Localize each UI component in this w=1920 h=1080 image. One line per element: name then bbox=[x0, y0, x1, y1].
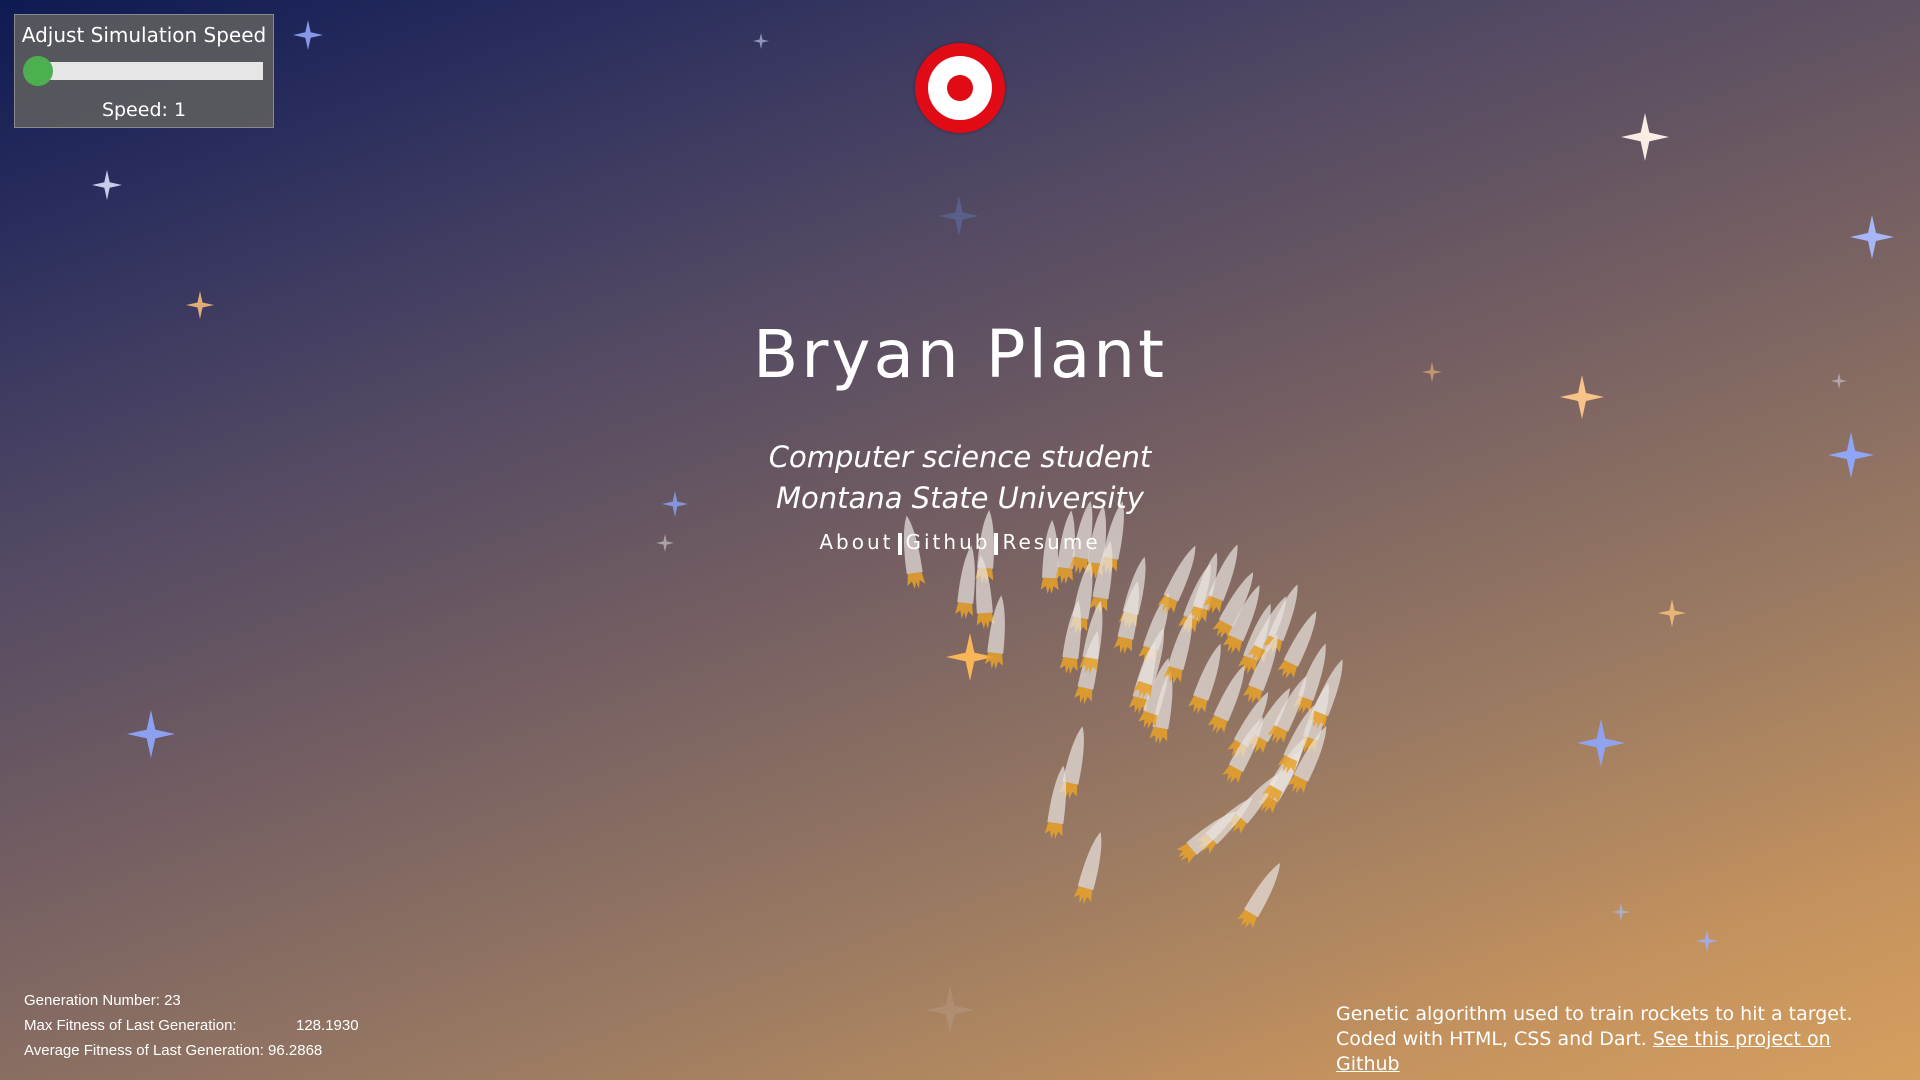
target-bullseye bbox=[947, 75, 973, 101]
speed-readout: Speed: 1 bbox=[15, 99, 273, 121]
subtitle-university: Montana State University bbox=[776, 481, 1144, 515]
avg-fitness-label: Average Fitness of Last Generation: bbox=[24, 1042, 264, 1059]
speed-value: 1 bbox=[173, 99, 187, 121]
nav-links: About Github Resume bbox=[0, 530, 1920, 555]
generation-stats: Generation Number: 23 Max Fitness of Las… bbox=[24, 988, 359, 1063]
star-icon bbox=[127, 710, 175, 758]
subtitle-occupation: Computer science student bbox=[768, 440, 1152, 474]
avg-fitness-value: 96.2868 bbox=[268, 1042, 323, 1059]
avg-fitness-row: Average Fitness of Last Generation: 96.2… bbox=[24, 1038, 359, 1063]
star-icon bbox=[186, 291, 214, 319]
star-icon bbox=[1621, 113, 1669, 161]
nav-separator bbox=[897, 532, 902, 555]
speed-control-title: Adjust Simulation Speed bbox=[21, 23, 267, 47]
star-icon bbox=[1658, 599, 1686, 627]
speed-label: Speed: bbox=[101, 99, 168, 121]
star-icon bbox=[293, 20, 323, 50]
description-tech: Coded with HTML, CSS and Dart. bbox=[1336, 1028, 1647, 1050]
description-line-1: Genetic algorithm used to train rockets … bbox=[1336, 1003, 1853, 1025]
max-fitness-row: Max Fitness of Last Generation: 128.1930 bbox=[24, 1013, 359, 1038]
star-icon bbox=[1612, 903, 1630, 921]
max-fitness-label: Max Fitness of Last Generation: bbox=[24, 1017, 237, 1034]
star-icon bbox=[939, 196, 979, 236]
speed-slider-knob[interactable] bbox=[23, 56, 53, 86]
star-icon bbox=[92, 170, 122, 200]
target-icon bbox=[915, 43, 1005, 133]
star-icon bbox=[753, 33, 769, 49]
star-icon bbox=[926, 986, 974, 1034]
project-description: Genetic algorithm used to train rockets … bbox=[1336, 1002, 1896, 1077]
star-icon bbox=[1696, 930, 1718, 952]
star-icon bbox=[1577, 719, 1625, 767]
generation-number-value: 23 bbox=[164, 992, 181, 1009]
nav-separator bbox=[994, 532, 999, 555]
star-icon bbox=[1850, 215, 1894, 259]
nav-link-github[interactable]: Github bbox=[906, 530, 991, 554]
star-icon bbox=[946, 633, 994, 681]
speed-control-panel: Adjust Simulation Speed Speed: 1 bbox=[14, 14, 274, 128]
max-fitness-value: 128.1930 bbox=[296, 1017, 359, 1034]
speed-slider[interactable] bbox=[23, 56, 263, 86]
generation-number-row: Generation Number: 23 bbox=[24, 988, 359, 1013]
generation-number-label: Generation Number: bbox=[24, 992, 160, 1009]
page-title: Bryan Plant bbox=[752, 316, 1167, 393]
nav-link-resume[interactable]: Resume bbox=[1002, 530, 1100, 554]
nav-link-about[interactable]: About bbox=[819, 530, 893, 554]
description-line-2: Coded with HTML, CSS and Dart. See this … bbox=[1336, 1027, 1896, 1077]
